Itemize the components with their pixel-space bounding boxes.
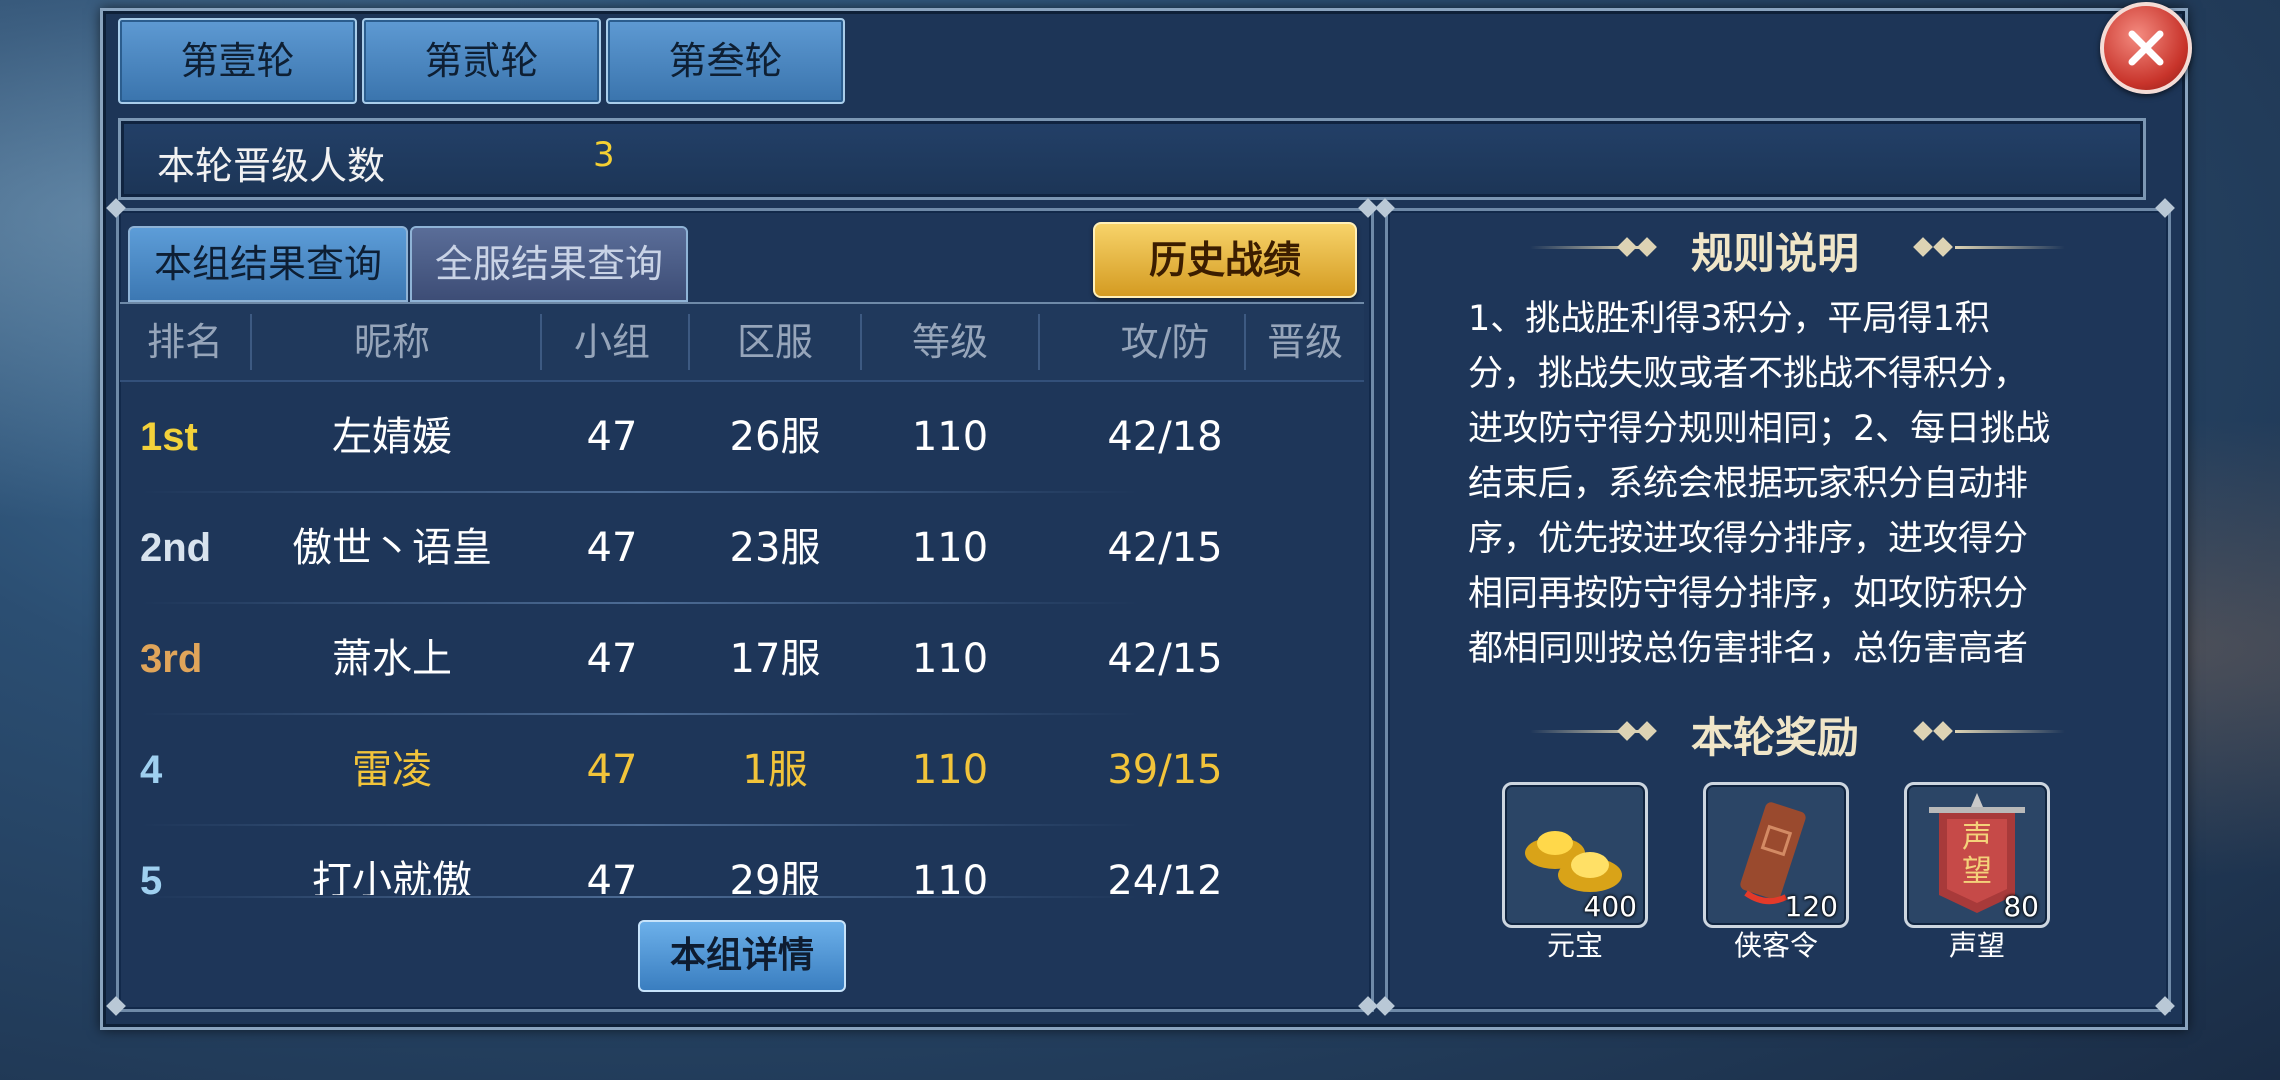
- score-cell: 42/15: [1107, 636, 1223, 682]
- score-cell: 42/18: [1107, 414, 1223, 460]
- tab-server-results[interactable]: 全服结果查询: [410, 226, 688, 302]
- promotion-count-bar: 本轮晋级人数 3: [118, 118, 2146, 200]
- table-row[interactable]: 1st 左婧媛 47 26服 110 42/18: [120, 382, 1223, 492]
- rank-cell: 4: [140, 748, 163, 792]
- rewards-title: 本轮奖励: [1690, 713, 1859, 762]
- rank-cell: 2nd: [140, 526, 212, 570]
- server-cell: 23服: [729, 525, 821, 571]
- tab-round-2[interactable]: 第贰轮: [362, 18, 601, 104]
- level-cell: 110: [911, 414, 989, 460]
- server-cell: 26服: [729, 414, 821, 460]
- table-row[interactable]: 5 打小就傲 47 29服 110 24/12: [120, 826, 1223, 895]
- server-cell: 17服: [729, 636, 821, 682]
- promotion-value: 3: [593, 135, 615, 175]
- rank-cell: 5: [140, 859, 163, 895]
- table-row[interactable]: 4 雷凌 47 1服 110 39/15: [120, 715, 1223, 825]
- reward-slot-gold[interactable]: 400: [1502, 782, 1648, 928]
- header-promotion: 晋级: [1266, 320, 1343, 364]
- reward-count: 80: [2003, 890, 2039, 923]
- close-button[interactable]: [2100, 2, 2192, 94]
- tab-round-1[interactable]: 第壹轮: [118, 18, 357, 104]
- banner-text: 声望: [1962, 820, 1992, 889]
- group-cell: 47: [586, 858, 638, 895]
- rules-title: 规则说明: [1690, 229, 1859, 278]
- reward-name: 元宝: [1546, 929, 1603, 962]
- reward-name: 侠客令: [1733, 929, 1818, 962]
- nickname-cell: 打小就傲: [312, 858, 472, 895]
- promotion-label: 本轮晋级人数: [157, 144, 386, 188]
- nickname-cell: 左婧媛: [332, 414, 452, 460]
- history-record-button[interactable]: 历史战绩: [1093, 222, 1357, 298]
- header-rank: 排名: [146, 320, 223, 364]
- table-row[interactable]: 3rd 萧水上 47 17服 110 42/15: [120, 604, 1223, 714]
- level-cell: 110: [911, 747, 989, 793]
- reward-slot-token[interactable]: 120: [1703, 782, 1849, 928]
- reward-count: 400: [1583, 890, 1637, 923]
- group-cell: 47: [586, 747, 638, 793]
- header-server: 区服: [736, 320, 813, 364]
- server-cell: 29服: [729, 858, 821, 895]
- table-footer-line: [140, 896, 1140, 898]
- score-cell: 42/15: [1107, 525, 1223, 571]
- level-cell: 110: [911, 636, 989, 682]
- nickname-cell: 傲世丶语皇: [292, 525, 492, 571]
- reward-count: 120: [1784, 890, 1838, 923]
- reward-slot-reputation[interactable]: 声望 80: [1904, 782, 2050, 928]
- level-cell: 110: [911, 525, 989, 571]
- nickname-cell: 萧水上: [332, 636, 452, 682]
- rank-cell: 1st: [140, 415, 198, 459]
- level-cell: 110: [911, 858, 989, 895]
- rules-text[interactable]: 1、挑战胜利得3积分，平局得1积分，挑战失败或者不挑战不得积分，进攻防守得分规则…: [1468, 292, 2058, 672]
- table-header: 排名 昵称 小组 区服 等级 攻/防 晋级: [120, 302, 1364, 382]
- group-cell: 47: [586, 525, 638, 571]
- nickname-cell: 雷凌: [352, 747, 432, 793]
- group-cell: 47: [586, 414, 638, 460]
- header-level: 等级: [911, 320, 988, 364]
- title-ornament: [1955, 730, 2065, 733]
- group-detail-button[interactable]: 本组详情: [638, 920, 846, 992]
- server-cell: 1服: [742, 747, 808, 793]
- header-group: 小组: [573, 320, 650, 364]
- header-nickname: 昵称: [353, 320, 430, 364]
- title-ornament: [1955, 246, 2065, 249]
- tab-group-results[interactable]: 本组结果查询: [128, 226, 408, 302]
- table-row[interactable]: 2nd 傲世丶语皇 47 23服 110 42/15: [120, 493, 1223, 603]
- close-icon: [2128, 30, 2164, 66]
- tab-round-3[interactable]: 第叁轮: [606, 18, 845, 104]
- reward-name: 声望: [1948, 929, 2005, 962]
- score-cell: 24/12: [1107, 858, 1223, 895]
- score-cell: 39/15: [1107, 747, 1223, 793]
- group-cell: 47: [586, 636, 638, 682]
- rank-cell: 3rd: [140, 637, 203, 681]
